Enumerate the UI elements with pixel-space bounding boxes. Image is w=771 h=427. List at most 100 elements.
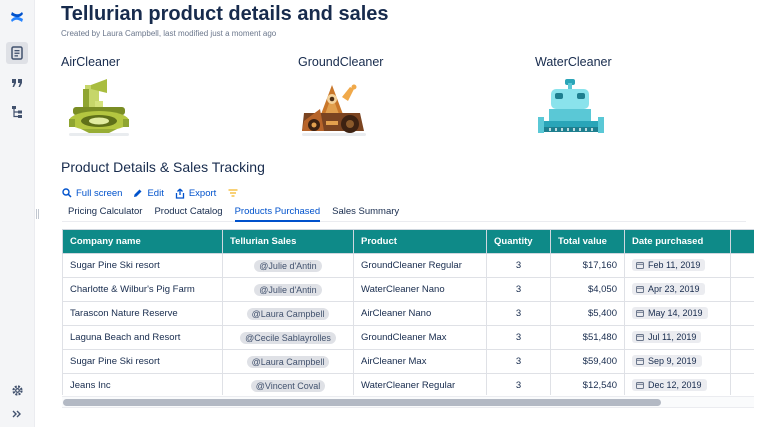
column-header-total[interactable]: Total value	[550, 229, 625, 254]
date-chip[interactable]: Sep 9, 2019	[632, 355, 702, 367]
groundcleaner-robot-icon	[298, 77, 370, 139]
cell-company: Charlotte & Wilbur's Pig Farm	[62, 277, 223, 302]
cell-date: May 14, 2019	[624, 301, 731, 326]
export-button[interactable]: Export	[175, 188, 216, 199]
product-groundcleaner: GroundCleaner	[298, 55, 498, 145]
calendar-icon	[636, 358, 644, 365]
table-row: Charlotte & Wilbur's Pig Farm @Julie d'A…	[62, 277, 754, 302]
cell-empty	[730, 277, 754, 302]
tab-product-catalog[interactable]: Product Catalog	[154, 206, 222, 222]
filter-icon[interactable]	[228, 184, 238, 202]
cell-product: AirCleaner Max	[353, 349, 487, 374]
table-row: Sugar Pine Ski resort @Julie d'Antin Gro…	[62, 253, 754, 278]
user-mention[interactable]: @Laura Campbell	[246, 355, 330, 368]
column-header-empty	[730, 229, 754, 254]
cell-total: $5,400	[550, 301, 625, 326]
user-mention[interactable]: @Laura Campbell	[246, 307, 330, 320]
cell-company: Sugar Pine Ski resort	[62, 253, 223, 278]
page-byline: Created by Laura Campbell, last modified…	[61, 29, 277, 38]
calendar-icon	[636, 334, 644, 341]
cell-product: GroundCleaner Max	[353, 325, 487, 350]
aircleaner-robot-icon	[61, 77, 133, 139]
column-header-date[interactable]: Date purchased	[624, 229, 731, 254]
product-name: AirCleaner	[61, 55, 121, 69]
cell-product: WaterCleaner Regular	[353, 373, 487, 395]
cell-total: $17,160	[550, 253, 625, 278]
date-chip[interactable]: May 14, 2019	[632, 307, 708, 319]
export-label: Export	[188, 187, 217, 199]
date-chip[interactable]: Apr 23, 2019	[632, 283, 705, 295]
cell-quantity: 3	[486, 325, 551, 350]
left-sidebar	[0, 0, 35, 427]
sales-table-container: Company name Tellurian Sales Product Qua…	[62, 229, 754, 395]
cell-empty	[730, 325, 754, 350]
pencil-icon	[134, 189, 142, 197]
cell-quantity: 3	[486, 349, 551, 374]
date-chip[interactable]: Dec 12, 2019	[632, 379, 707, 391]
cell-company: Jeans Inc	[62, 373, 223, 395]
export-icon	[175, 188, 184, 199]
page-tree-icon[interactable]	[6, 101, 28, 123]
date-chip[interactable]: Jul 11, 2019	[632, 331, 702, 343]
column-header-company[interactable]: Company name	[62, 229, 223, 254]
column-header-sales[interactable]: Tellurian Sales	[222, 229, 354, 254]
table-row: Sugar Pine Ski resort @Laura Campbell Ai…	[62, 349, 754, 374]
table-tabs: Pricing Calculator Product Catalog Produ…	[62, 206, 746, 222]
user-mention[interactable]: @Julie d'Antin	[254, 283, 322, 296]
user-mention[interactable]: @Cecile Sablayrolles	[240, 331, 336, 344]
cell-quantity: 3	[486, 277, 551, 302]
date-text: Dec 12, 2019	[648, 380, 702, 390]
calendar-icon	[636, 262, 644, 269]
page-icon[interactable]	[6, 42, 28, 64]
date-text: Feb 11, 2019	[648, 260, 701, 270]
cell-quantity: 3	[486, 301, 551, 326]
cell-sales: @Laura Campbell	[222, 301, 354, 326]
cell-date: Sep 9, 2019	[624, 349, 731, 374]
full-screen-label: Full screen	[76, 187, 123, 199]
cell-sales: @Vincent Coval	[222, 373, 354, 395]
tab-products-purchased[interactable]: Products Purchased	[234, 206, 321, 222]
full-screen-button[interactable]: Full screen	[62, 188, 122, 199]
confluence-logo-icon[interactable]	[6, 6, 28, 28]
watercleaner-robot-icon	[535, 77, 607, 139]
cell-total: $12,540	[550, 373, 625, 395]
expand-icon[interactable]	[6, 403, 28, 425]
edit-button[interactable]: Edit	[133, 188, 164, 199]
column-header-quantity[interactable]: Quantity	[486, 229, 551, 254]
resize-handle[interactable]	[36, 206, 39, 219]
cell-product: GroundCleaner Regular	[353, 253, 487, 278]
cell-empty	[730, 349, 754, 374]
table-row: Jeans Inc @Vincent Coval WaterCleaner Re…	[62, 373, 754, 395]
cell-company: Sugar Pine Ski resort	[62, 349, 223, 374]
tab-pricing-calculator[interactable]: Pricing Calculator	[68, 206, 142, 222]
date-chip[interactable]: Feb 11, 2019	[632, 259, 706, 271]
section-title: Product Details & Sales Tracking	[61, 159, 265, 175]
date-text: Jul 11, 2019	[648, 332, 697, 342]
quote-icon[interactable]	[6, 72, 28, 94]
search-icon	[62, 188, 72, 198]
calendar-icon	[636, 382, 644, 389]
date-text: Apr 23, 2019	[648, 284, 700, 294]
tab-sales-summary[interactable]: Sales Summary	[332, 206, 399, 222]
cell-empty	[730, 373, 754, 395]
cell-empty	[730, 253, 754, 278]
column-header-product[interactable]: Product	[353, 229, 487, 254]
cell-sales: @Laura Campbell	[222, 349, 354, 374]
product-aircleaner: AirCleaner	[61, 55, 261, 145]
cell-sales: @Julie d'Antin	[222, 277, 354, 302]
cell-date: Jul 11, 2019	[624, 325, 731, 350]
user-mention[interactable]: @Vincent Coval	[250, 379, 326, 392]
table-header-row: Company name Tellurian Sales Product Qua…	[62, 229, 754, 254]
horizontal-scrollbar[interactable]	[62, 396, 754, 408]
sales-table: Company name Tellurian Sales Product Qua…	[62, 229, 754, 395]
user-mention[interactable]: @Julie d'Antin	[254, 259, 322, 272]
settings-icon[interactable]	[6, 379, 28, 401]
cell-empty	[730, 301, 754, 326]
cell-total: $51,480	[550, 325, 625, 350]
cell-quantity: 3	[486, 253, 551, 278]
cell-quantity: 3	[486, 373, 551, 395]
product-name: GroundCleaner	[298, 55, 384, 69]
scrollbar-thumb[interactable]	[63, 399, 661, 406]
date-text: May 14, 2019	[648, 308, 703, 318]
table-row: Laguna Beach and Resort @Cecile Sablayro…	[62, 325, 754, 350]
